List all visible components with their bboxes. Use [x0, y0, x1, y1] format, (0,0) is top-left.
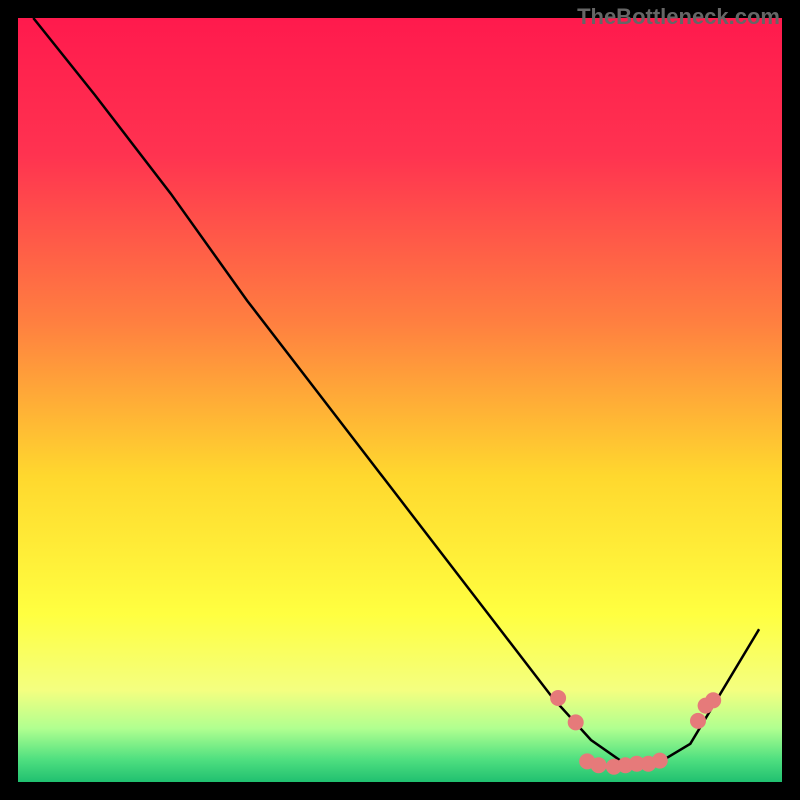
- data-point: [705, 692, 721, 708]
- plot-area: [18, 18, 782, 782]
- data-point: [550, 690, 566, 706]
- data-point: [690, 713, 706, 729]
- chart-svg: [18, 18, 782, 782]
- data-point: [652, 753, 668, 769]
- gradient-background: [18, 18, 782, 782]
- data-point: [591, 757, 607, 773]
- watermark: TheBottleneck.com: [577, 4, 780, 30]
- data-point: [568, 714, 584, 730]
